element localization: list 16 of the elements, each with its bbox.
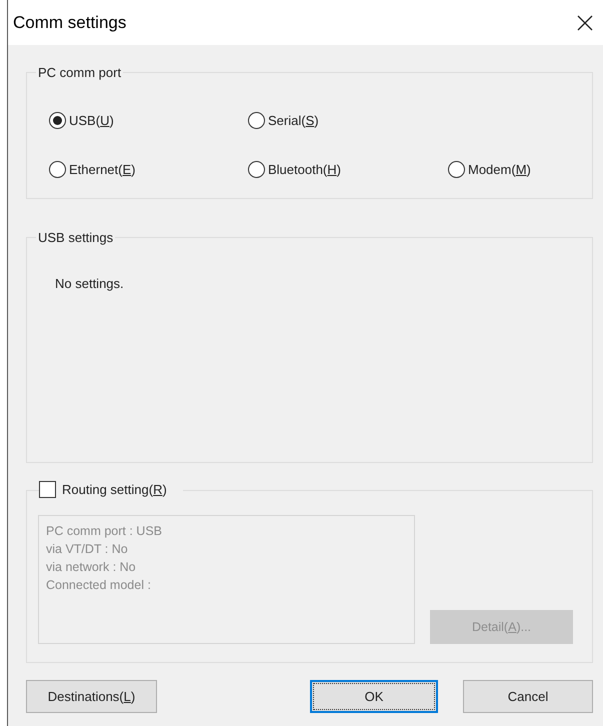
radio-button[interactable]: USB(U)	[49, 111, 114, 130]
summary-line: via network : No	[46, 559, 136, 576]
routing-checkbox[interactable]: Routing setting(R)	[39, 480, 183, 500]
window-title: Comm settings	[13, 12, 126, 34]
radio-button[interactable]: Bluetooth(H)	[248, 160, 341, 179]
radio-button[interactable]: Modem(M)	[448, 160, 531, 179]
message-text: No settings.	[55, 276, 124, 291]
summary-line: Connected model :	[46, 577, 151, 594]
ok-button[interactable]: OK	[310, 680, 438, 713]
summary-line: PC comm port : USB	[46, 523, 162, 540]
summary-line: via VT/DT : No	[46, 541, 128, 558]
radio-button[interactable]: Serial(S)	[248, 111, 319, 130]
radio-button[interactable]: Ethernet(E)	[49, 160, 136, 179]
cancel-button[interactable]: Cancel	[463, 680, 593, 713]
close-icon[interactable]	[577, 14, 593, 30]
destinations-button[interactable]: Destinations(L)	[26, 680, 157, 713]
